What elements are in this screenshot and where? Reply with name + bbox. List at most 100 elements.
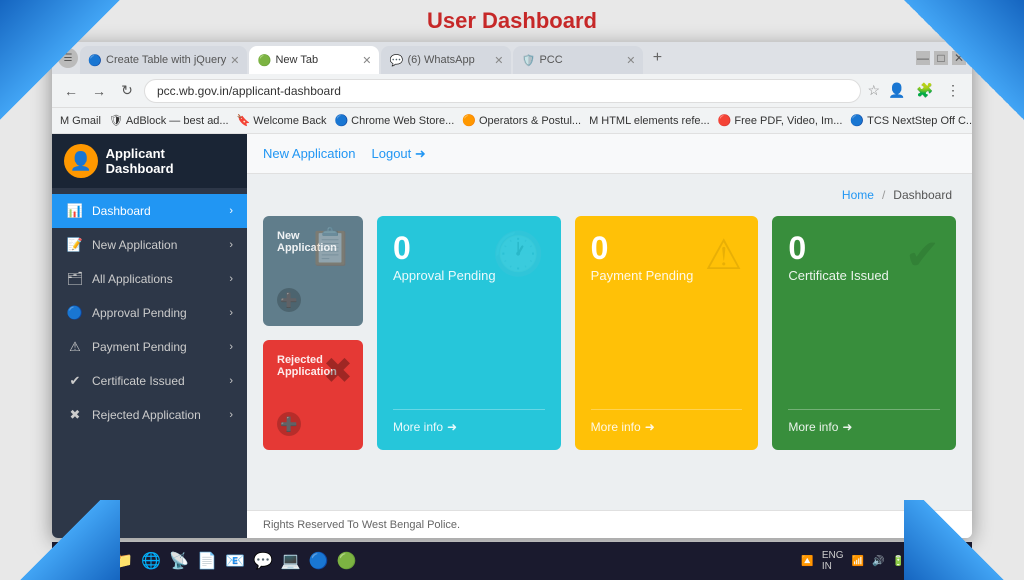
tab-close-2[interactable]: ✕ [362, 54, 371, 67]
bookmark-label-chrome-store: Chrome Web Store... [351, 115, 454, 127]
payment-more-info[interactable]: More info ➜ [591, 409, 743, 434]
breadcrumb-current: Dashboard [893, 188, 952, 202]
tab-whatsapp[interactable]: 💬 (6) WhatsApp ✕ [381, 46, 511, 74]
sidebar-item-new-application[interactable]: 📝 New Application › [52, 228, 247, 262]
bookmark-adblock[interactable]: 🛡 AdBlock — best ad... [109, 114, 229, 127]
logout-icon: ➜ [415, 146, 426, 161]
new-app-icon: 📝 [66, 237, 84, 253]
taskbar-outlook-icon[interactable]: 📧 [225, 551, 245, 571]
payment-icon: ⚠ [66, 339, 84, 355]
rejected-application-card: ✖ Rejected Application ➕ [263, 340, 363, 450]
rejected-card-action[interactable]: ➕ [277, 412, 301, 436]
tab-label-2: New Tab [275, 54, 318, 66]
main-area: New Application Logout ➜ Home / Dashboar… [247, 134, 972, 538]
new-tab-button[interactable]: + [645, 46, 669, 70]
sidebar-label-payment: Payment Pending [92, 340, 187, 354]
left-panel: 📋 New Application ➕ ✖ Rejected Applicati… [263, 216, 363, 450]
tab-close-4[interactable]: ✕ [626, 54, 635, 67]
sidebar-label-new-app: New Application [92, 238, 177, 252]
taskbar-lang: ENG IN [822, 550, 844, 572]
rejected-icon: ✖ [66, 407, 84, 423]
x-mark-icon: ✖ [323, 350, 353, 392]
bookmark-label-html: HTML elements refe... [601, 115, 709, 127]
sidebar-item-rejected[interactable]: ✖ Rejected Application › [52, 398, 247, 432]
taskbar-whatsapp-icon[interactable]: 💬 [253, 551, 273, 571]
topnav-logout[interactable]: Logout ➜ [372, 146, 426, 162]
bookmark-star-button[interactable]: ☆ [867, 82, 880, 99]
taskbar-app-icon[interactable]: 🟢 [337, 551, 357, 571]
approval-icon: 🔵 [66, 305, 84, 321]
certificate-more-info-arrow: ➜ [842, 420, 852, 434]
tab-favicon-3: 💬 [389, 53, 403, 67]
tab-new-tab[interactable]: 🟢 New Tab ✕ [249, 46, 379, 74]
tab-close-1[interactable]: ✕ [230, 54, 239, 67]
checkmark-icon: ✔ [905, 230, 940, 279]
avatar: 👤 [64, 144, 98, 178]
bookmarks-bar: M Gmail 🛡 AdBlock — best ad... 🔖 Welcome… [52, 108, 972, 134]
approval-pending-card: 🕐 0 Approval Pending More info ➜ [377, 216, 561, 450]
tab-favicon-4: 🛡️ [521, 53, 535, 67]
address-input[interactable] [144, 79, 861, 103]
taskbar: ⊞ 🔍 📁 🌐 📡 📄 📧 💬 💻 🔵 🟢 🔼 ENG IN 📶 🔊 🔋 09:… [52, 542, 972, 580]
bookmark-pdf[interactable]: 🔴 Free PDF, Video, Im... [718, 114, 843, 127]
tab-favicon-2: 🟢 [257, 53, 271, 67]
address-bar: ← → ↻ ☆ 👤 🧩 ⋮ [52, 74, 972, 108]
taskbar-edge-icon[interactable]: 🌐 [141, 551, 161, 571]
topnav-new-application[interactable]: New Application [263, 146, 356, 161]
new-app-card-action[interactable]: ➕ [277, 288, 301, 312]
taskbar-vscode-icon[interactable]: 💻 [281, 551, 301, 571]
sidebar-item-payment-pending[interactable]: ⚠ Payment Pending › [52, 330, 247, 364]
bookmark-icon-chrome-store: 🔵 [334, 114, 348, 127]
chevron-right-icon-6: › [229, 375, 233, 387]
main-content: Home / Dashboard ✓ 📋 New Application ➕ [247, 174, 972, 510]
sidebar-header: 👤 Applicant Dashboard [52, 134, 247, 188]
certificate-issued-card: ✔ 0 Certificate Issued More info ➜ [772, 216, 956, 450]
sidebar: 👤 Applicant Dashboard 📊 Dashboard › 📝 Ne… [52, 134, 247, 538]
taskbar-word-icon[interactable]: 📄 [197, 551, 217, 571]
bookmark-icon-operators: 🟠 [462, 114, 476, 127]
chevron-right-icon: › [229, 205, 233, 217]
bookmark-operators[interactable]: 🟠 Operators & Postul... [462, 114, 581, 127]
breadcrumb-home[interactable]: Home [842, 188, 874, 202]
approval-more-info-arrow: ➜ [447, 420, 457, 434]
bookmark-label-operators: Operators & Postul... [479, 115, 581, 127]
chevron-right-icon-2: › [229, 239, 233, 251]
sidebar-label-rejected: Rejected Application [92, 408, 201, 422]
corner-decoration-br [904, 500, 1024, 580]
bookmark-label-pdf: Free PDF, Video, Im... [734, 115, 842, 127]
page-title: User Dashboard [0, 8, 1024, 34]
browser-window: ☰ 🔵 Create Table with jQuery ✕ 🟢 New Tab… [52, 42, 972, 538]
breadcrumb-separator: / [882, 188, 885, 202]
approval-more-info[interactable]: More info ➜ [393, 409, 545, 434]
tab-pcc[interactable]: 🛡️ PCC ✕ [513, 46, 643, 74]
sidebar-item-certificate-issued[interactable]: ✔ Certificate Issued › [52, 364, 247, 398]
footer-text: Rights Reserved To West Bengal Police. [263, 519, 460, 531]
sidebar-item-all-applications[interactable]: 🗂 All Applications › [52, 262, 247, 296]
certificate-more-info[interactable]: More info ➜ [788, 409, 940, 434]
bookmark-chrome-store[interactable]: 🔵 Chrome Web Store... [334, 114, 454, 127]
bookmark-label-welcome: Welcome Back [253, 115, 326, 127]
dashboard-icon: 📊 [66, 203, 84, 219]
sidebar-label-all-apps: All Applications [92, 272, 173, 286]
sidebar-label-approval: Approval Pending [92, 306, 187, 320]
warning-icon: ⚠ [705, 230, 743, 279]
cards-row: 📋 New Application ➕ ✖ Rejected Applicati… [263, 216, 956, 450]
bookmark-html[interactable]: M HTML elements refe... [589, 115, 710, 127]
approval-more-info-label: More info [393, 420, 443, 434]
bookmark-welcome[interactable]: 🔖 Welcome Back [237, 114, 327, 127]
taskbar-battery-icon: 🔋 [892, 556, 904, 567]
payment-more-info-label: More info [591, 420, 641, 434]
chevron-right-icon-7: › [229, 409, 233, 421]
bookmark-icon-tcs: 🔵 [850, 114, 864, 127]
bookmark-icon-pdf: 🔴 [718, 114, 732, 127]
taskbar-network-icon: 🔼 [801, 556, 813, 567]
chevron-right-icon-3: › [229, 273, 233, 285]
app-content: 👤 Applicant Dashboard 📊 Dashboard › 📝 Ne… [52, 134, 972, 538]
breadcrumb: Home / Dashboard [263, 188, 956, 202]
taskbar-filezilla-icon[interactable]: 📡 [169, 551, 189, 571]
sidebar-item-dashboard[interactable]: 📊 Dashboard › [52, 194, 247, 228]
taskbar-chrome-icon[interactable]: 🔵 [309, 551, 329, 571]
tab-close-3[interactable]: ✕ [494, 54, 503, 67]
sidebar-item-approval-pending[interactable]: 🔵 Approval Pending › [52, 296, 247, 330]
certificate-icon: ✔ [66, 373, 84, 389]
